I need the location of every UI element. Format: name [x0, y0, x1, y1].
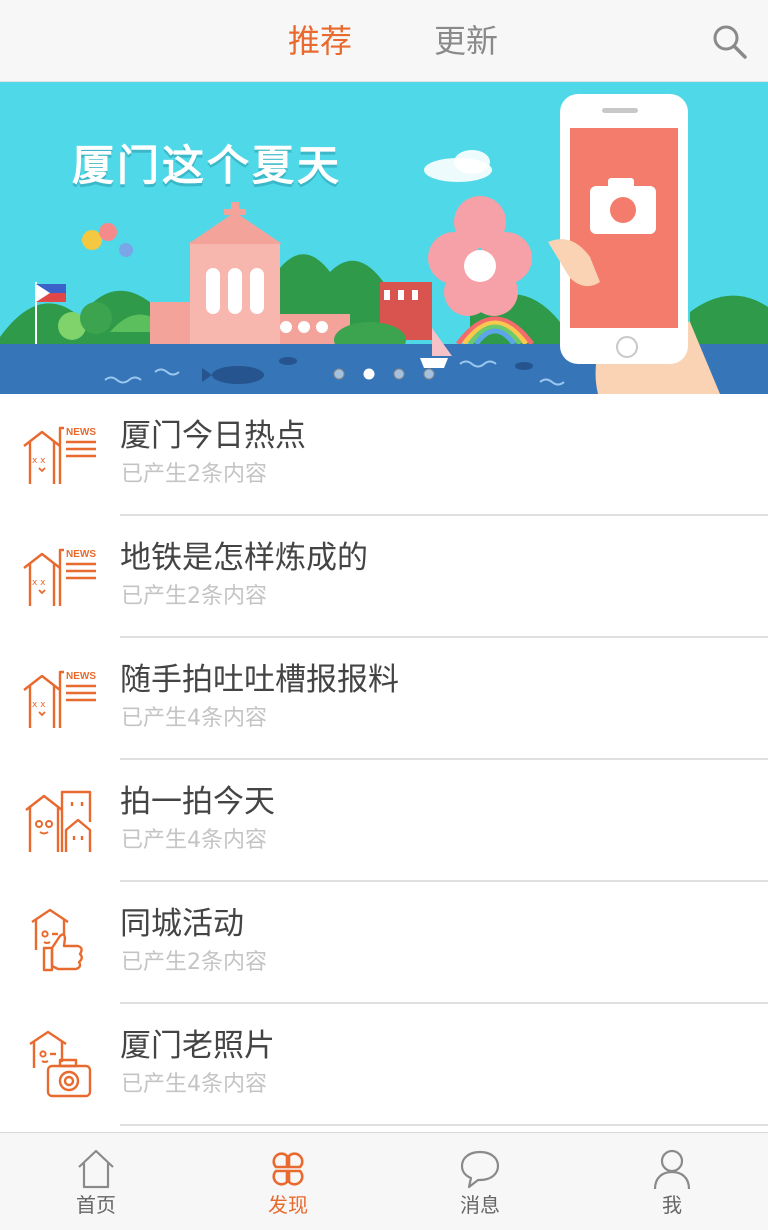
carousel-dot[interactable]: [333, 368, 345, 380]
tab-recommend[interactable]: 推荐: [288, 18, 352, 64]
list-item[interactable]: 厦门老照片 已产生4条内容: [0, 1004, 768, 1126]
list-item-subtitle: 已产生4条内容: [121, 828, 267, 853]
carousel-dot[interactable]: [363, 368, 375, 380]
nav-me-label: 我: [662, 1193, 682, 1217]
list-item-subtitle: 已产生4条内容: [121, 1072, 267, 1097]
list-item-title: 厦门老照片: [120, 1028, 275, 1064]
svg-text:x x: x x: [32, 578, 46, 588]
list-item[interactable]: 同城活动 已产生2条内容: [0, 882, 768, 1004]
banner-illustration: [0, 82, 768, 394]
list-item[interactable]: 拍一拍今天 已产生4条内容: [0, 760, 768, 882]
list-item-title: 厦门今日热点: [120, 418, 306, 454]
thumbs-up-house-icon: [31, 908, 83, 972]
svg-text:NEWS: NEWS: [66, 549, 96, 560]
news-house-icon: NEWS x x: [23, 670, 96, 728]
nav-messages[interactable]: 消息: [384, 1133, 576, 1230]
list-item-subtitle: 已产生2条内容: [121, 584, 267, 609]
top-bar: 推荐 更新: [0, 0, 768, 82]
home-icon: [78, 1149, 114, 1189]
list-item-subtitle: 已产生4条内容: [121, 706, 267, 731]
list-item[interactable]: NEWS x x 厦门今日热点 已产生2条内容: [0, 394, 768, 516]
nav-me[interactable]: 我: [576, 1133, 768, 1230]
discover-icon: [272, 1152, 304, 1186]
search-button[interactable]: [710, 22, 750, 62]
list-item[interactable]: NEWS x x 随手拍吐吐槽报报料 已产生4条内容: [0, 638, 768, 760]
camera-house-icon: [29, 1030, 92, 1098]
list-item[interactable]: NEWS x x 地铁是怎样炼成的 已产生2条内容: [0, 516, 768, 638]
svg-text:NEWS: NEWS: [66, 427, 96, 438]
list-item-subtitle: 已产生2条内容: [121, 462, 267, 487]
tab-updates[interactable]: 更新: [434, 18, 498, 64]
list-item-title: 地铁是怎样炼成的: [120, 540, 368, 576]
houses-icon: [25, 790, 92, 852]
search-icon: [713, 25, 747, 59]
nav-discover[interactable]: 发现: [192, 1133, 384, 1230]
carousel-dot[interactable]: [393, 368, 405, 380]
news-house-icon: NEWS x x: [23, 548, 96, 606]
list-item-subtitle: 已产生2条内容: [121, 950, 267, 975]
news-house-icon: NEWS x x: [23, 426, 96, 484]
list-item-title: 拍一拍今天: [120, 784, 275, 820]
promo-banner[interactable]: 厦门这个夏天: [0, 82, 768, 394]
banner-title: 厦门这个夏天: [72, 141, 343, 190]
nav-discover-label: 发现: [268, 1193, 308, 1217]
svg-text:NEWS: NEWS: [66, 671, 96, 682]
svg-text:x x: x x: [32, 700, 46, 710]
bottom-nav: 首页 发现 消息 我: [0, 1132, 768, 1230]
channel-list: NEWS x x 厦门今日热点 已产生2条内容 NEWS x x 地铁是怎样炼成…: [0, 394, 768, 1126]
nav-home-label: 首页: [76, 1193, 116, 1217]
divider: [120, 1124, 768, 1126]
user-icon: [653, 1149, 691, 1190]
nav-home[interactable]: 首页: [0, 1133, 192, 1230]
list-item-title: 随手拍吐吐槽报报料: [120, 662, 399, 698]
list-item-title: 同城活动: [120, 906, 244, 942]
message-icon: [460, 1150, 500, 1189]
nav-messages-label: 消息: [460, 1193, 500, 1217]
carousel-dot[interactable]: [423, 368, 435, 380]
svg-text:x x: x x: [32, 456, 46, 466]
